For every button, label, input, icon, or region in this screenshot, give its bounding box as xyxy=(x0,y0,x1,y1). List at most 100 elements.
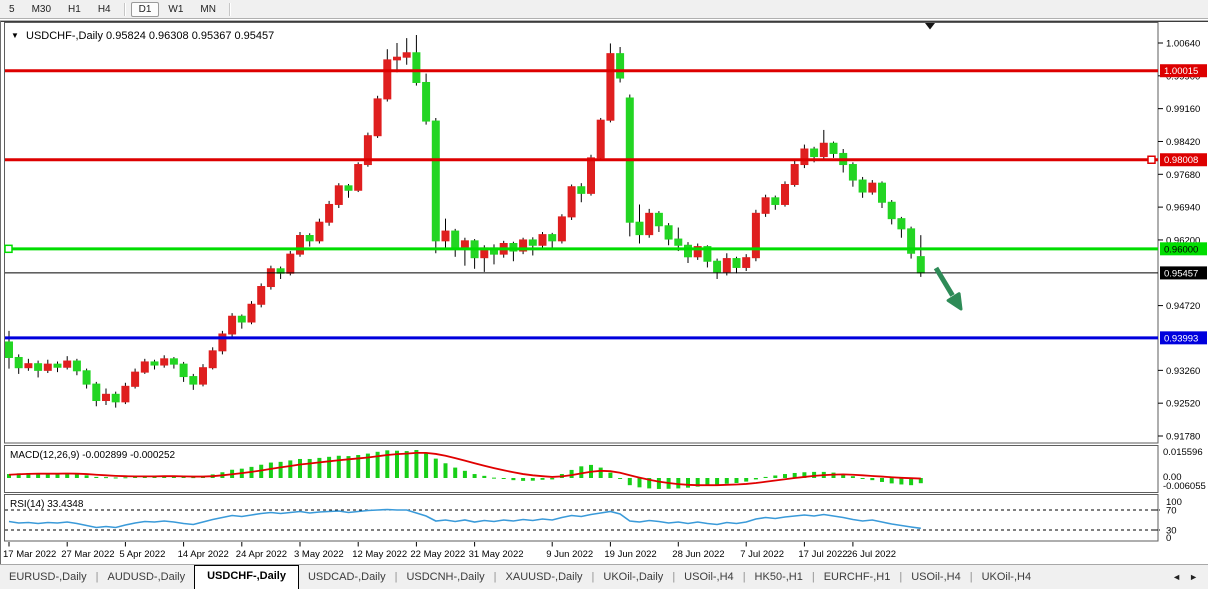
candle xyxy=(675,239,682,245)
timeframe-button-mn[interactable]: MN xyxy=(192,2,224,17)
macd-histogram-bar xyxy=(735,478,739,483)
price-badge-label: 1.00015 xyxy=(1164,66,1198,77)
chart-tab-hk50-h1[interactable]: HK50-,H1 xyxy=(746,567,812,589)
macd-histogram-bar xyxy=(618,478,622,479)
macd-histogram-bar xyxy=(880,478,884,482)
macd-label: MACD(12,26,9) -0.002899 -0.000252 xyxy=(10,450,176,461)
candle xyxy=(15,357,22,367)
macd-histogram-bar xyxy=(424,453,428,478)
macd-histogram-bar xyxy=(434,459,438,478)
macd-histogram-bar xyxy=(550,478,554,479)
timeframe-button-d1[interactable]: D1 xyxy=(131,2,160,17)
macd-histogram-bar xyxy=(327,457,331,478)
candle xyxy=(597,120,604,158)
toolbar-separator xyxy=(124,3,126,16)
date-axis-label: 5 Apr 2022 xyxy=(119,549,165,560)
macd-histogram-bar xyxy=(46,474,50,478)
tab-scroll-left-button[interactable]: ◄ xyxy=(1172,572,1181,582)
candle xyxy=(141,362,148,372)
rsi-panel[interactable] xyxy=(5,495,1159,542)
candle xyxy=(830,143,837,153)
candle xyxy=(578,187,585,194)
candle xyxy=(529,240,536,245)
date-axis-label: 24 Apr 2022 xyxy=(236,549,287,560)
timeframe-button-h4[interactable]: H4 xyxy=(90,2,119,17)
candle xyxy=(25,364,32,368)
date-axis-label: 26 Jul 2022 xyxy=(847,549,896,560)
macd-histogram-bar xyxy=(85,475,89,478)
chart-tab-ukoil-h4[interactable]: UKOil-,H4 xyxy=(973,567,1041,589)
candle xyxy=(44,364,51,370)
date-axis: 17 Mar 202227 Mar 20225 Apr 202214 Apr 2… xyxy=(3,542,896,560)
candle xyxy=(723,259,730,272)
candle xyxy=(229,316,236,334)
candle xyxy=(539,235,546,246)
candle xyxy=(588,158,595,193)
rsi-label: RSI(14) 33.4348 xyxy=(10,499,84,510)
chart-tab-usdchf-daily[interactable]: USDCHF-,Daily xyxy=(194,565,299,589)
macd-histogram-bar xyxy=(725,478,729,484)
candle xyxy=(452,231,459,249)
price-badge-label: 0.96000 xyxy=(1164,244,1198,255)
macd-histogram-bar xyxy=(94,477,98,478)
macd-histogram-bar xyxy=(298,459,302,478)
candle xyxy=(917,257,924,273)
chart-tab-usdcnh-daily[interactable]: USDCNH-,Daily xyxy=(397,567,493,589)
macd-histogram-bar xyxy=(764,477,768,478)
date-axis-label: 12 May 2022 xyxy=(352,549,407,560)
candle xyxy=(733,259,740,268)
macd-histogram-bar xyxy=(405,451,409,478)
candle xyxy=(743,258,750,268)
timeframe-button-h1[interactable]: H1 xyxy=(60,2,89,17)
candle xyxy=(122,386,129,402)
macd-histogram-bar xyxy=(114,477,118,478)
chart-tab-eurchf-h1[interactable]: EURCHF-,H1 xyxy=(815,567,900,589)
macd-histogram-bar xyxy=(773,475,777,478)
chart-title: USDCHF-,Daily 0.95824 0.96308 0.95367 0.… xyxy=(26,30,274,42)
macd-histogram-bar xyxy=(492,478,496,479)
macd-histogram-bar xyxy=(608,473,612,478)
macd-histogram-bar xyxy=(317,458,321,478)
candle xyxy=(248,304,255,322)
symbol-dropdown-icon[interactable]: ▼ xyxy=(11,31,19,40)
candle xyxy=(782,184,789,204)
chart-tab-xauusd-daily[interactable]: XAUUSD-,Daily xyxy=(497,567,592,589)
candle xyxy=(665,226,672,239)
hline-handle[interactable] xyxy=(5,245,12,252)
macd-histogram-bar xyxy=(628,478,632,485)
candle xyxy=(549,235,556,241)
date-axis-label: 31 May 2022 xyxy=(469,549,524,560)
tab-scroll-right-button[interactable]: ► xyxy=(1189,572,1198,582)
macd-histogram-bar xyxy=(744,478,748,482)
timeframe-button-m30[interactable]: M30 xyxy=(24,2,59,17)
price-axis-tick-label: 0.99160 xyxy=(1166,104,1200,115)
hline-handle[interactable] xyxy=(1148,156,1155,163)
date-axis-label: 17 Jul 2022 xyxy=(798,549,847,560)
chart-tab-usoil-h4[interactable]: USOil-,H4 xyxy=(675,567,743,589)
candle xyxy=(384,60,391,99)
date-axis-label: 17 Mar 2022 xyxy=(3,549,56,560)
date-axis-label: 22 May 2022 xyxy=(410,549,465,560)
chart-tab-audusd-daily[interactable]: AUDUSD-,Daily xyxy=(98,567,194,589)
macd-histogram-bar xyxy=(269,463,273,478)
macd-histogram-bar xyxy=(308,459,312,478)
macd-histogram-bar xyxy=(686,478,690,488)
chart-tab-usoil-h4[interactable]: USOil-,H4 xyxy=(902,567,970,589)
candle xyxy=(801,149,808,165)
rsi-axis-0: 0 xyxy=(1166,533,1171,544)
chart-tab-usdcad-daily[interactable]: USDCAD-,Daily xyxy=(299,567,395,589)
macd-histogram-bar xyxy=(502,478,506,479)
price-badge-label: 0.95457 xyxy=(1164,268,1198,279)
timeframe-button-w1[interactable]: W1 xyxy=(160,2,191,17)
toolbar-separator xyxy=(229,3,231,16)
main-plot-area[interactable] xyxy=(5,23,1159,444)
chart-tab-ukoil-daily[interactable]: UKOil-,Daily xyxy=(594,567,672,589)
candle xyxy=(267,269,274,287)
price-axis: 1.006400.999000.991600.984200.976800.969… xyxy=(1158,39,1207,443)
timeframe-button-5[interactable]: 5 xyxy=(1,2,23,17)
rsi-axis-70: 70 xyxy=(1166,506,1177,517)
price-axis-tick-label: 0.97680 xyxy=(1166,170,1200,181)
date-axis-label: 3 May 2022 xyxy=(294,549,344,560)
chart-tab-eurusd-daily[interactable]: EURUSD-,Daily xyxy=(0,567,96,589)
candle xyxy=(161,359,168,365)
